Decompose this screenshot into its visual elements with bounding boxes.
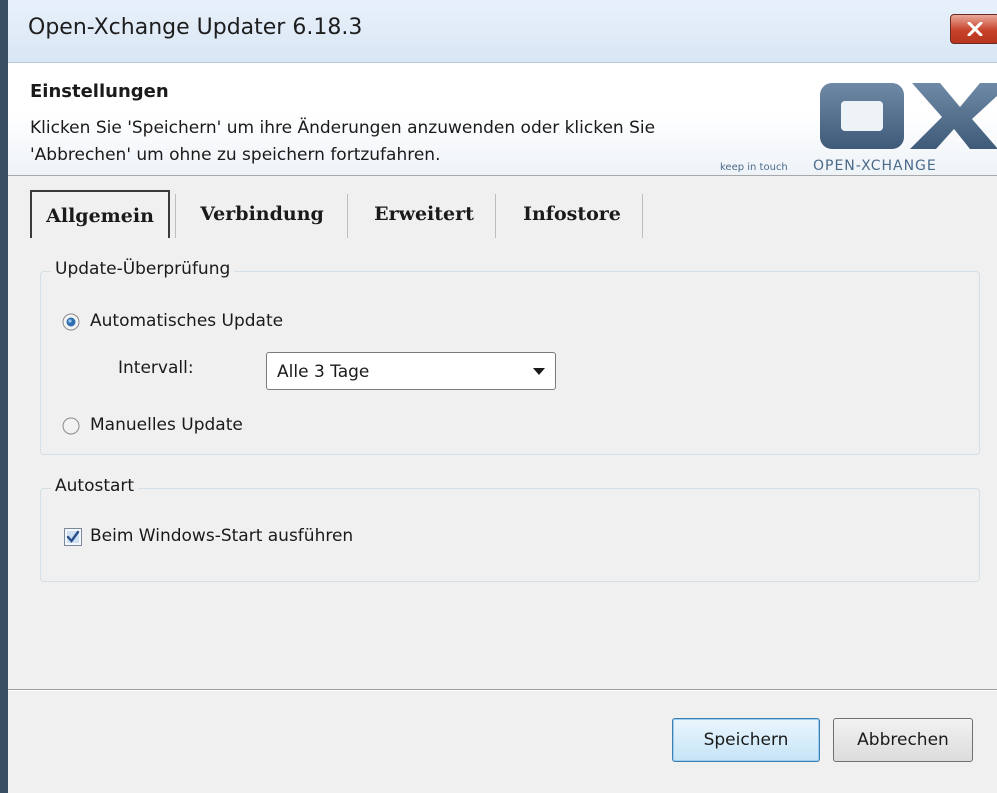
interval-label: Intervall: — [118, 358, 194, 378]
header-description-line: 'Abbrechen' um ohne zu speichern fortzuf… — [30, 145, 441, 165]
window-frame-edge — [0, 0, 8, 793]
tab-infostore[interactable]: Infostore — [502, 190, 642, 238]
header-title: Einstellungen — [30, 81, 169, 102]
tab-separator — [175, 194, 176, 238]
tab-separator — [642, 194, 643, 238]
cancel-button[interactable]: Abbrechen — [833, 718, 973, 762]
close-button[interactable] — [950, 14, 997, 44]
automatic-update-label[interactable]: Automatisches Update — [90, 311, 283, 331]
title-bar[interactable]: Open-Xchange Updater 6.18.3 — [8, 0, 997, 63]
autostart-label[interactable]: Beim Windows-Start ausführen — [90, 526, 353, 546]
ox-logo: keep in touch OPEN-XCHANGE — [720, 83, 997, 173]
automatic-update-radio[interactable] — [62, 313, 80, 331]
tab-separator — [347, 194, 348, 238]
window-title: Open-Xchange Updater 6.18.3 — [28, 15, 363, 40]
tab-verbindung[interactable]: Verbindung — [182, 190, 342, 238]
header-description: Klicken Sie 'Speichern' um ihre Änderung… — [30, 115, 770, 169]
logo-brand: OPEN-XCHANGE — [813, 158, 937, 173]
tab-separator — [495, 194, 496, 238]
interval-dropdown[interactable]: Alle 3 Tage — [266, 352, 556, 390]
tab-erweitert[interactable]: Erweitert — [354, 190, 494, 238]
chevron-down-icon — [533, 368, 545, 375]
tab-allgemein[interactable]: Allgemein — [30, 190, 170, 238]
logo-tagline: keep in touch — [720, 162, 788, 173]
manual-update-label[interactable]: Manuelles Update — [90, 415, 243, 435]
update-check-group-label: Update-Überprüfung — [51, 259, 235, 279]
autostart-group-label: Autostart — [51, 476, 139, 496]
autostart-checkbox[interactable] — [64, 528, 82, 546]
dialog-header: Einstellungen Klicken Sie 'Speichern' um… — [8, 63, 997, 176]
close-icon — [967, 22, 983, 36]
footer-divider-highlight — [8, 690, 997, 691]
manual-update-radio[interactable] — [62, 417, 80, 435]
header-description-line: Klicken Sie 'Speichern' um ihre Änderung… — [30, 118, 656, 138]
tab-bar: Allgemein Verbindung Erweitert Infostore — [20, 190, 660, 238]
interval-dropdown-value: Alle 3 Tage — [277, 362, 370, 382]
save-button[interactable]: Speichern — [672, 718, 820, 762]
